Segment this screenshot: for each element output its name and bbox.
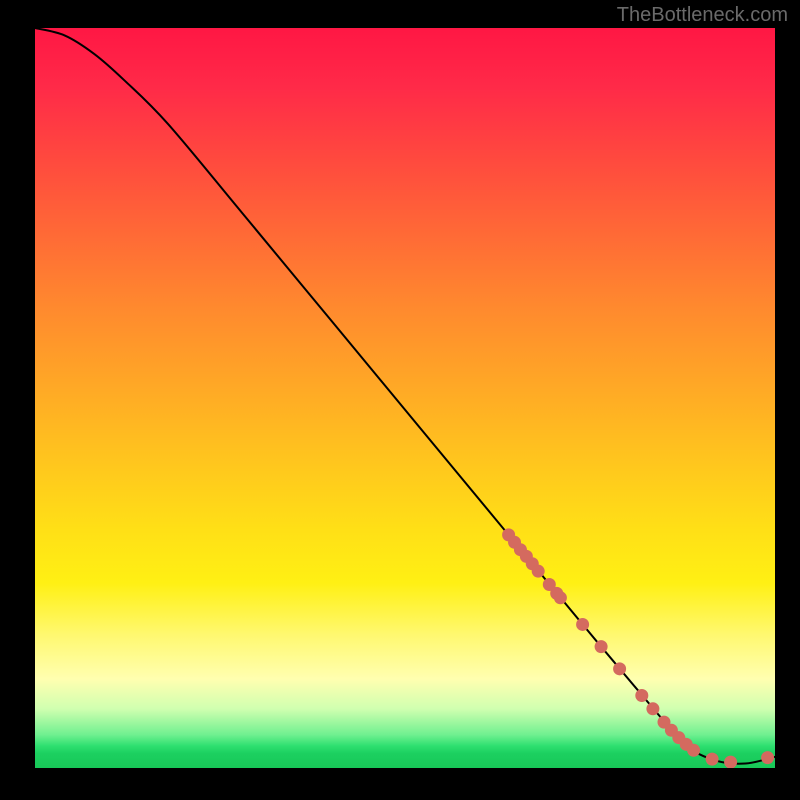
data-marker	[520, 550, 533, 563]
data-marker	[543, 578, 556, 591]
data-markers	[502, 528, 774, 768]
data-marker	[646, 702, 659, 715]
data-marker	[550, 587, 563, 600]
bottleneck-curve	[35, 28, 775, 764]
data-marker	[680, 738, 693, 751]
data-marker	[613, 662, 626, 675]
data-marker	[706, 753, 719, 766]
data-marker	[514, 543, 527, 556]
attribution-text: TheBottleneck.com	[617, 4, 788, 27]
data-marker	[595, 640, 608, 653]
data-marker	[635, 689, 648, 702]
data-marker	[554, 591, 567, 604]
chart-svg	[35, 28, 775, 768]
data-marker	[508, 536, 521, 549]
data-marker	[502, 528, 515, 541]
data-marker	[687, 744, 700, 757]
data-marker	[526, 557, 539, 570]
data-marker	[761, 751, 774, 764]
data-marker	[672, 731, 685, 744]
data-marker	[576, 618, 589, 631]
data-marker	[665, 724, 678, 737]
data-marker	[724, 756, 737, 768]
data-marker	[658, 716, 671, 729]
data-marker	[532, 565, 545, 578]
chart-plot-area	[35, 28, 775, 768]
